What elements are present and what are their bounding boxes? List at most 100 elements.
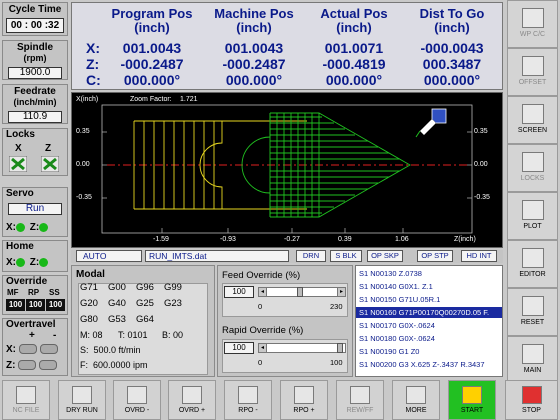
cycle-time-label: Cycle Time <box>8 4 62 15</box>
ovrd-minus-button[interactable]: OVRD - <box>113 380 161 420</box>
offset-button[interactable]: OFFSET <box>507 48 558 96</box>
start-icon <box>462 386 482 404</box>
overtravel-x-row: X: <box>6 344 58 355</box>
servo-status: X: Z: <box>6 222 49 233</box>
program-line[interactable]: S1 N00130 Z.0738 <box>356 268 502 279</box>
main-button[interactable]: MAIN <box>507 336 558 384</box>
screen-button[interactable]: SCREEN <box>507 96 558 144</box>
program-filename: RUN_IMTS.dat <box>145 250 289 262</box>
main-icon <box>521 344 544 364</box>
ovrd-plus-icon <box>182 386 202 404</box>
feedrate-value: 110.9 <box>8 111 62 123</box>
home-status: X: Z: <box>6 257 49 268</box>
overtravel-x-plus-indicator <box>18 344 37 355</box>
program-line[interactable]: S1 N00180 G0X-.0624 <box>356 333 502 344</box>
nc-file-icon <box>16 386 36 404</box>
lock-z-icon[interactable] <box>41 156 59 172</box>
override-ss-value: 100 <box>46 299 65 311</box>
override-panel: Override MF RP SS 100 100 100 <box>2 275 68 315</box>
program-line[interactable]: S1 N00200 G3 X.625 Z-.3437 R.3437 <box>356 359 502 370</box>
rpo-plus-icon <box>294 386 314 404</box>
modal-code: G64 <box>136 314 154 325</box>
program-line[interactable]: S1 N00170 G0X-.0624 <box>356 320 502 331</box>
modal-code: G20 <box>80 298 98 309</box>
override-ss-label: SS <box>49 288 60 297</box>
axis-x-label: X: <box>86 40 100 56</box>
servo-z-indicator <box>39 222 49 232</box>
dry-run-button[interactable]: DRY RUN <box>58 380 106 420</box>
program-z: -000.2487 <box>120 56 184 72</box>
stop-button[interactable]: STOP <box>505 380 558 420</box>
modal-code: G71 <box>80 282 98 293</box>
rew-ff-button[interactable]: REW/FF <box>336 380 384 420</box>
rpo-minus-button[interactable]: RPO - <box>224 380 272 420</box>
rew-ff-icon <box>350 386 370 404</box>
overtravel-z-row: Z: <box>6 360 58 371</box>
sblk-indicator: S BLK <box>330 250 362 262</box>
ovrd-plus-button[interactable]: OVRD + <box>168 380 216 420</box>
overtravel-label: Overtravel <box>6 319 56 330</box>
home-label: Home <box>6 241 34 252</box>
servo-x-indicator <box>16 222 25 232</box>
program-pos-header: Program Pos (inch) <box>111 6 193 35</box>
spindle-label: Spindle <box>16 42 54 53</box>
overtravel-z-label: Z: <box>6 360 16 371</box>
overtravel-z-plus-indicator <box>18 360 37 371</box>
toolpath-plot[interactable]: X(inch) Zoom Factor: 1.721 0.35 0.00 -0.… <box>71 92 503 248</box>
wp-cc-button[interactable]: WP C/C <box>507 0 558 48</box>
lock-x-icon[interactable] <box>9 156 27 172</box>
modal-code: G53 <box>108 314 126 325</box>
dist-to-go-header: Dist To Go (inch) <box>419 6 485 35</box>
rpo-plus-button[interactable]: RPO + <box>280 380 328 420</box>
modal-code: G40 <box>108 298 126 309</box>
rapid-override-value[interactable]: 100 <box>224 342 254 354</box>
rapid-override-thumb[interactable] <box>337 343 343 353</box>
modal-code: G96 <box>136 282 154 293</box>
actual-z: -000.4819 <box>322 56 386 72</box>
dist-c: 000.000° <box>423 72 481 88</box>
more-icon <box>406 386 426 404</box>
feed-override-slider[interactable]: ◂ ▸ <box>258 287 346 297</box>
program-line-current[interactable]: S1 N00160 G71P00170Q00270D.05 F. <box>356 307 502 318</box>
position-display: Program Pos (inch) Machine Pos (inch) Actu… <box>71 2 503 90</box>
reset-button[interactable]: RESET <box>507 288 558 336</box>
opskp-indicator: OP SKP <box>367 250 403 262</box>
modal-code: G23 <box>164 298 182 309</box>
spindle-panel: Spindle (rpm) 1900.0 <box>2 40 68 80</box>
machine-c: 000.000° <box>225 72 283 88</box>
slider-left-arrow[interactable]: ◂ <box>259 288 267 296</box>
nc-file-button[interactable]: NC FILE <box>2 380 50 420</box>
program-line[interactable]: S1 N00190 G1 Z0 <box>356 346 502 357</box>
override-label: Override <box>6 276 48 287</box>
rapid-override-slider[interactable]: ◂ <box>258 343 346 353</box>
actual-pos-header: Actual Pos (inch) <box>320 6 388 35</box>
editor-button[interactable]: EDITOR <box>507 240 558 288</box>
overtravel-z-minus-indicator <box>39 360 58 371</box>
feed-override-label: Feed Override (%) <box>222 270 301 281</box>
plot-icon <box>521 200 544 220</box>
feedrate-label: Feedrate <box>14 86 56 97</box>
feed-override-thumb[interactable] <box>297 287 303 297</box>
axis-z-label: Z: <box>86 56 100 72</box>
reset-icon <box>521 296 544 316</box>
slider-left-arrow[interactable]: ◂ <box>259 344 267 352</box>
spindle-value: 1900.0 <box>8 67 62 79</box>
feed-override-value[interactable]: 100 <box>224 286 254 298</box>
start-button[interactable]: START <box>448 380 496 420</box>
modal-code: G00 <box>108 282 126 293</box>
slider-right-arrow[interactable]: ▸ <box>337 288 345 296</box>
override-rp-label: RP <box>28 288 40 297</box>
feed-override-min: 0 <box>258 302 263 311</box>
locks-icon <box>521 152 544 172</box>
plot-button[interactable]: PLOT <box>507 192 558 240</box>
servo-x-label: X: <box>6 222 16 233</box>
program-x: 001.0043 <box>122 40 182 56</box>
more-button[interactable]: MORE <box>392 380 440 420</box>
ovrd-minus-icon <box>127 386 147 404</box>
program-line[interactable]: S1 N00140 G0X1. Z.1 <box>356 281 502 292</box>
program-line[interactable]: S1 N00150 G71U.05R.1 <box>356 294 502 305</box>
locks-button[interactable]: LOCKS <box>507 144 558 192</box>
dist-z: 000.3487 <box>422 56 482 72</box>
opstp-indicator: OP STP <box>417 250 453 262</box>
modal-code: G25 <box>136 298 154 309</box>
